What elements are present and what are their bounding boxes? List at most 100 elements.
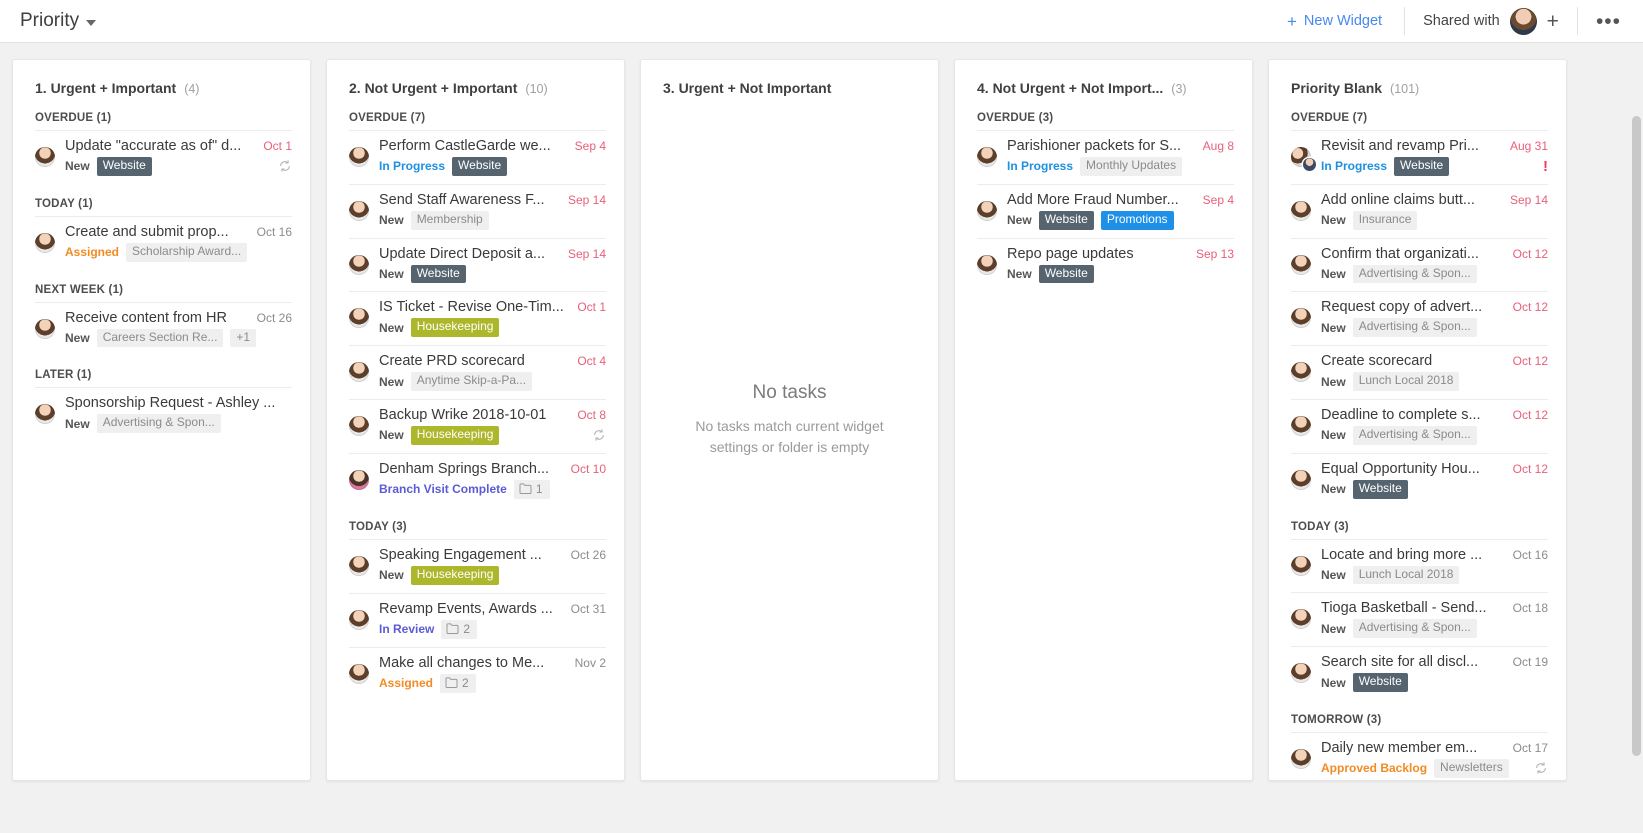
task-row[interactable]: IS Ticket - Revise One-Tim... Oct 1 New Hou… xyxy=(349,291,606,345)
task-title[interactable]: IS Ticket - Revise One-Tim... xyxy=(379,299,567,315)
task-title[interactable]: Create scorecard xyxy=(1321,353,1503,369)
avatar[interactable] xyxy=(349,254,369,275)
avatar[interactable] xyxy=(977,200,997,221)
task-status[interactable]: New xyxy=(379,213,404,227)
new-widget-button[interactable]: + New Widget xyxy=(1287,13,1404,30)
avatar[interactable] xyxy=(1291,469,1311,490)
avatar[interactable] xyxy=(1291,555,1311,576)
avatar[interactable] xyxy=(35,318,55,339)
task-tag[interactable]: Scholarship Award... xyxy=(126,242,248,262)
avatar[interactable] xyxy=(35,232,55,253)
task-tag[interactable]: Lunch Local 2018 xyxy=(1352,372,1460,391)
task-title[interactable]: Revisit and revamp Pri... xyxy=(1321,138,1500,154)
task-tag[interactable]: Advertising & Spon... xyxy=(1352,318,1477,338)
task-row[interactable]: Search site for all discl... Oct 19 New Web… xyxy=(1291,646,1548,700)
task-tag[interactable]: Website xyxy=(1038,210,1094,230)
task-title[interactable]: Add More Fraud Number... xyxy=(1007,192,1193,208)
task-row[interactable]: Receive content from HR Oct 26 New Careers … xyxy=(35,301,292,356)
task-status[interactable]: New xyxy=(1007,213,1032,227)
task-status[interactable]: New xyxy=(1321,267,1346,281)
task-title[interactable]: Send Staff Awareness F... xyxy=(379,192,558,208)
task-row[interactable]: Confirm that organizati... Oct 12 New Adver… xyxy=(1291,237,1548,292)
task-title[interactable]: Update "accurate as of" d... xyxy=(65,138,253,154)
task-row[interactable]: Perform CastleGarde we... Sep 4 In Progres… xyxy=(349,130,606,184)
task-status[interactable]: New xyxy=(1321,676,1346,690)
task-status[interactable]: New xyxy=(65,417,90,431)
task-tag[interactable]: Website xyxy=(1038,264,1094,284)
task-status[interactable]: Branch Visit Complete xyxy=(379,482,507,496)
avatar[interactable] xyxy=(349,200,369,221)
task-status[interactable]: New xyxy=(379,428,404,442)
task-row[interactable]: Send Staff Awareness F... Sep 14 New Member… xyxy=(349,183,606,238)
task-status[interactable]: In Review xyxy=(379,622,434,636)
task-title[interactable]: Create and submit prop... xyxy=(65,224,247,240)
task-title[interactable]: Perform CastleGarde we... xyxy=(379,138,565,154)
task-status[interactable]: New xyxy=(379,568,404,582)
task-title[interactable]: Speaking Engagement ... xyxy=(379,547,561,563)
task-row[interactable]: Repo page updates Sep 13 New Website xyxy=(977,237,1234,292)
avatar[interactable] xyxy=(349,609,369,630)
avatar[interactable] xyxy=(977,254,997,275)
avatar[interactable] xyxy=(1291,748,1311,769)
avatar[interactable] xyxy=(349,555,369,576)
task-tag[interactable]: Lunch Local 2018 xyxy=(1352,565,1460,585)
task-title[interactable]: Add online claims butt... xyxy=(1321,192,1500,208)
task-status[interactable]: New xyxy=(379,375,404,389)
avatar[interactable] xyxy=(1291,609,1311,630)
task-tag[interactable]: Advertising & Spon... xyxy=(96,414,221,434)
task-tag[interactable]: Advertising & Spon... xyxy=(1352,619,1477,639)
avatar[interactable] xyxy=(349,469,369,490)
task-tag[interactable]: Anytime Skip-a-Pa... xyxy=(410,372,533,391)
avatar[interactable] xyxy=(1291,147,1316,171)
avatar[interactable] xyxy=(349,663,369,684)
task-row[interactable]: Add More Fraud Number... Sep 4 New Website P… xyxy=(977,183,1234,238)
avatar[interactable] xyxy=(1509,7,1537,35)
task-status[interactable]: In Progress xyxy=(379,159,445,173)
task-row[interactable]: Deadline to complete s... Oct 12 New Advert… xyxy=(1291,398,1548,453)
task-status[interactable]: New xyxy=(1321,321,1346,335)
avatar[interactable] xyxy=(1291,308,1311,329)
task-row[interactable]: Create and submit prop... Oct 16 Assigned S… xyxy=(35,215,292,270)
task-tag[interactable]: Advertising & Spon... xyxy=(1352,425,1477,445)
chevron-down-icon[interactable] xyxy=(86,19,97,26)
task-title[interactable]: Parishioner packets for S... xyxy=(1007,138,1193,154)
board-title-dropdown[interactable]: Priority xyxy=(0,10,97,32)
task-title[interactable]: Confirm that organizati... xyxy=(1321,246,1503,262)
task-title[interactable]: Make all changes to Me... xyxy=(379,655,565,671)
task-row[interactable]: Parishioner packets for S... Aug 8 In Prog… xyxy=(977,130,1234,184)
avatar[interactable] xyxy=(35,147,55,167)
task-tag[interactable]: Housekeeping xyxy=(410,425,500,445)
task-title[interactable]: Receive content from HR xyxy=(65,310,247,326)
task-status[interactable]: New xyxy=(65,331,90,345)
task-tag[interactable]: Website xyxy=(452,157,508,176)
task-title[interactable]: Equal Opportunity Hou... xyxy=(1321,461,1503,477)
avatar[interactable] xyxy=(1291,200,1311,221)
task-title[interactable]: Tioga Basketball - Send... xyxy=(1321,600,1503,616)
task-row[interactable]: Equal Opportunity Hou... Oct 12 New Website xyxy=(1291,452,1548,507)
task-status[interactable]: Assigned xyxy=(65,245,119,259)
task-tag[interactable]: Website xyxy=(1352,479,1408,499)
task-row[interactable]: Make all changes to Me... Nov 2 Assigned 2 xyxy=(349,646,606,701)
task-tag[interactable]: Website xyxy=(410,264,466,284)
task-tag[interactable]: Careers Section Re... xyxy=(96,328,224,348)
task-row[interactable]: Create PRD scorecard Oct 4 New Anytime Skip… xyxy=(349,345,606,399)
task-row[interactable]: Backup Wrike 2018-10-01 Oct 8 New Housekeep… xyxy=(349,398,606,453)
task-tag[interactable]: Housekeeping xyxy=(410,318,500,338)
avatar[interactable] xyxy=(1291,362,1311,383)
task-status[interactable]: Approved Backlog xyxy=(1321,761,1427,775)
task-row[interactable]: Create scorecard Oct 12 New Lunch Local 201… xyxy=(1291,345,1548,399)
task-title[interactable]: Sponsorship Request - Ashley ... xyxy=(65,395,282,411)
task-tag[interactable]: Advertising & Spon... xyxy=(1352,264,1477,284)
task-status[interactable]: New xyxy=(379,267,404,281)
folder-count-chip[interactable]: 2 xyxy=(440,673,476,693)
task-status[interactable]: New xyxy=(379,321,404,335)
task-row[interactable]: Request copy of advert... Oct 12 New Advert… xyxy=(1291,291,1548,345)
task-row[interactable]: Add online claims butt... Sep 14 New Insura… xyxy=(1291,183,1548,238)
add-user-button[interactable]: + xyxy=(1547,11,1559,32)
task-row[interactable]: Daily new member em... Oct 17 Approved Bac… xyxy=(1291,731,1548,780)
task-status[interactable]: New xyxy=(1321,428,1346,442)
task-tag[interactable]: Website xyxy=(1394,157,1450,176)
task-tag[interactable]: Promotions xyxy=(1100,210,1174,230)
task-row[interactable]: Update "accurate as of" d... Oct 1 New Webs… xyxy=(35,130,292,184)
avatar[interactable] xyxy=(35,404,55,425)
